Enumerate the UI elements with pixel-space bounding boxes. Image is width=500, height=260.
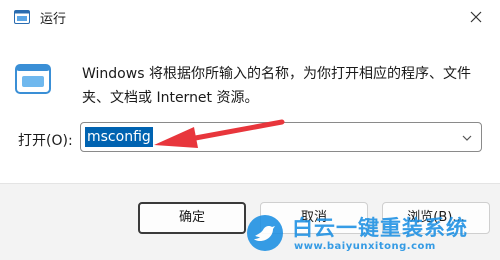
open-label: 打开(O): [18,133,73,149]
chevron-down-icon[interactable] [461,132,473,144]
watermark-url: www.baiyunxitong.com [294,241,436,252]
close-button[interactable] [454,0,500,34]
run-dialog: 运行 Windows 将根据你所输入的名称，为你打开相应的程序、文件夹、文档或 … [0,0,500,260]
open-input-value[interactable]: msconfig [85,127,153,147]
close-icon [470,11,482,23]
annotation-arrow [154,119,285,148]
run-icon [14,9,30,24]
run-program-icon [14,60,52,98]
watermark-text: 白云一键重装系统 [292,216,468,240]
description-text: Windows 将根据你所输入的名称，为你打开相应的程序、文件夹、文档或 Int… [82,66,471,106]
watermark: 白云一键重装系统 www.baiyunxitong.com [246,212,500,260]
bird-logo-icon [247,215,283,251]
window-title: 运行 [40,12,67,27]
title-bar: 运行 [0,0,500,34]
ok-button[interactable]: 确定 [138,202,246,234]
